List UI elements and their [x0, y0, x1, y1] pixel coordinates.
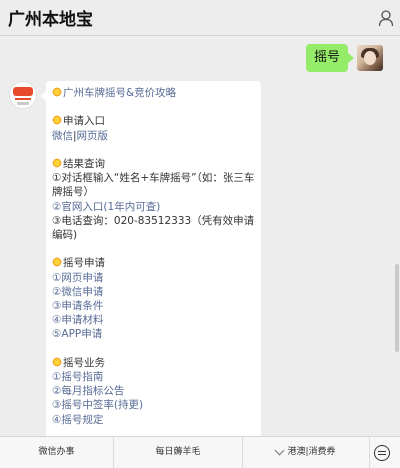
- lottery-apply-item[interactable]: ②微信申请: [52, 285, 255, 299]
- wechat-link[interactable]: 微信: [52, 130, 73, 142]
- lottery-apply-item[interactable]: ①网页申请: [52, 271, 255, 285]
- guide-title-link[interactable]: 广州车牌摇号&竞价攻略: [63, 87, 176, 99]
- lottery-business-item[interactable]: ③摇号中签率(持更): [52, 398, 255, 412]
- submenu-indicator-icon: [275, 445, 285, 456]
- chat-scrollbar[interactable]: [395, 264, 399, 352]
- chat-title: 广州本地宝: [8, 10, 93, 30]
- apply-entry-heading: 申请入口: [52, 114, 255, 128]
- result-query-heading: 结果查询: [52, 157, 255, 171]
- menu-hk-macau-coupons[interactable]: 港澳|消费券: [243, 437, 370, 468]
- lottery-apply-heading: 摇号申请: [52, 256, 255, 270]
- incoming-bubble: 广州车牌摇号&竞价攻略 申请入口 微信|网页版 结果查询 ①对话框输入“姓名+车…: [40, 81, 261, 436]
- result-query-item-1: ①对话框输入“姓名+车牌摇号”（如：张三车牌摇号）: [52, 172, 255, 199]
- web-version-link[interactable]: 网页版: [77, 130, 109, 142]
- sun-icon: [52, 356, 62, 367]
- sun-icon: [52, 87, 62, 97]
- sun-icon: [52, 257, 62, 268]
- sun-icon: [52, 115, 62, 126]
- lottery-business-item[interactable]: ①摇号指南: [52, 370, 255, 384]
- lottery-apply-item[interactable]: ④申请材料: [52, 313, 255, 327]
- lottery-business-item[interactable]: ②每月指标公告: [52, 384, 255, 398]
- lottery-business-item[interactable]: ④摇号规定: [52, 413, 255, 427]
- outgoing-bubble[interactable]: 摇号: [305, 44, 355, 72]
- profile-icon[interactable]: [378, 9, 394, 27]
- apply-entry-links: 微信|网页版: [52, 129, 109, 142]
- menu-daily-deals[interactable]: 每日薅羊毛: [114, 437, 243, 468]
- chat-area[interactable]: 摇号 广州车牌摇号&竞价攻略 申请入口 微信|网页版 结果查询 ①对话框输入“姓…: [0, 36, 400, 436]
- bottom-menu-bar: 微信办事 每日薅羊毛 港澳|消费券: [0, 436, 400, 468]
- user-avatar[interactable]: [357, 45, 383, 71]
- message-title-line: 广州车牌摇号&竞价攻略: [52, 86, 255, 100]
- lottery-apply-item[interactable]: ③申请条件: [52, 299, 255, 313]
- sun-icon: [52, 157, 62, 168]
- chat-header: 广州本地宝: [0, 0, 400, 36]
- lottery-apply-item[interactable]: ⑤APP申请: [52, 327, 255, 341]
- official-site-link[interactable]: ②官网入口(1年内可查): [52, 200, 255, 214]
- lottery-business-heading: 摇号业务: [52, 356, 255, 370]
- official-account-avatar[interactable]: [9, 81, 37, 109]
- outgoing-message: 摇号: [305, 44, 383, 72]
- menu-wechat-service[interactable]: 微信办事: [0, 437, 114, 468]
- result-query-item-3: ③电话查询：020-83512333（凭有效申请编码): [52, 214, 255, 241]
- keyboard-switch-icon[interactable]: [374, 445, 390, 461]
